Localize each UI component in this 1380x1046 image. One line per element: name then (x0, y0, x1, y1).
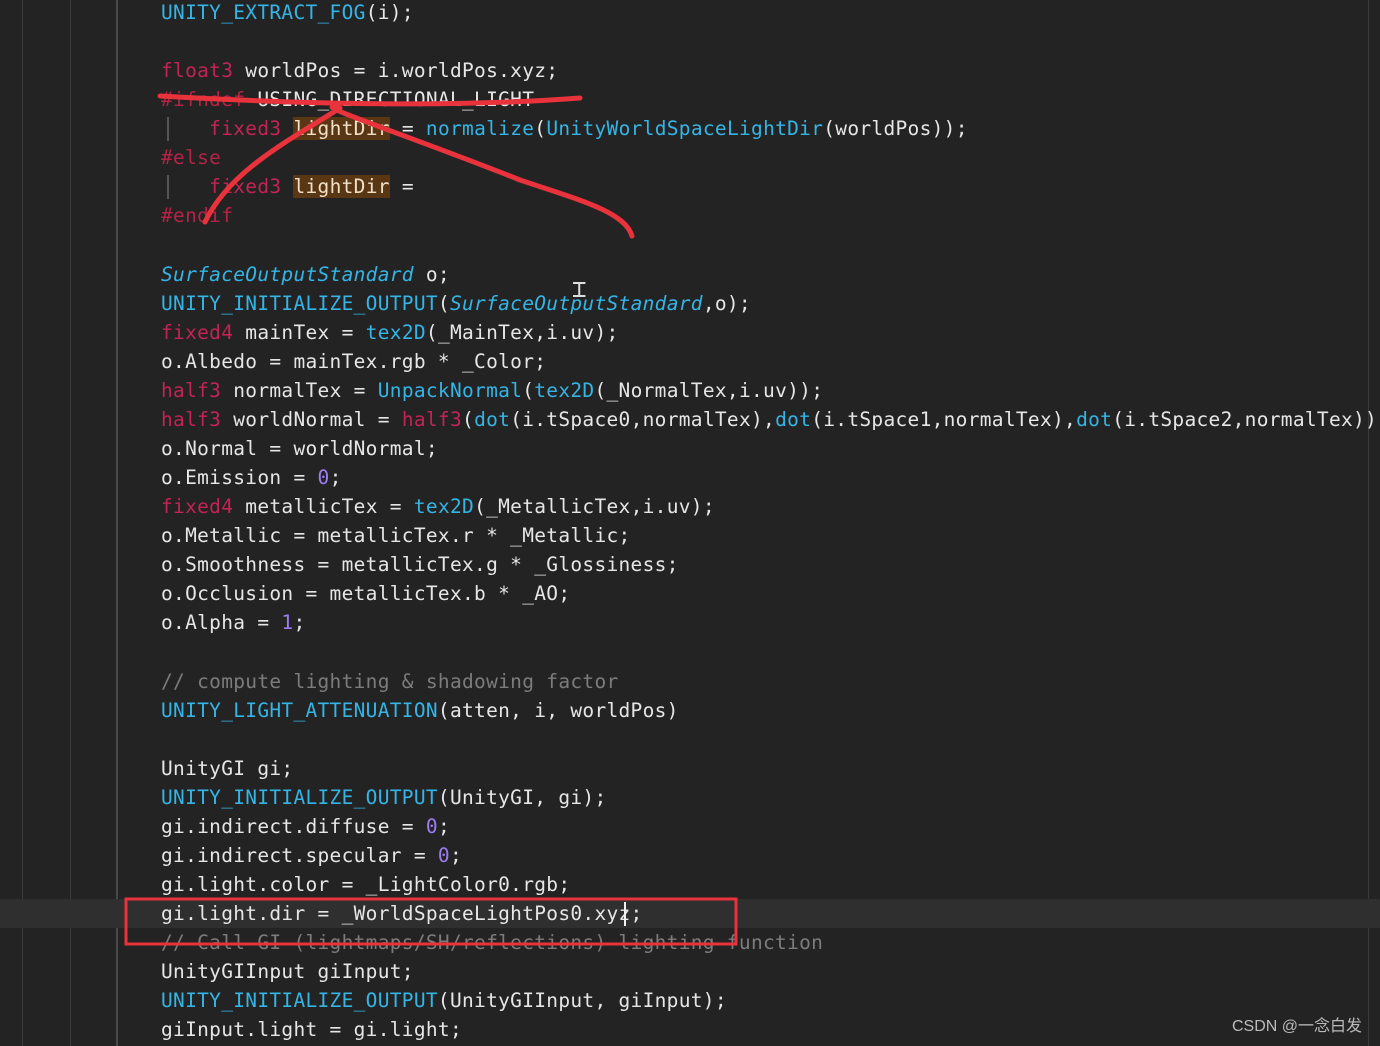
highlight-box (124, 897, 738, 946)
red-annotation-layer (124, 93, 738, 946)
strike-curve-stroke (202, 104, 635, 239)
strike-through-stroke (157, 93, 583, 107)
watermark: CSDN @一念白发 (1231, 1018, 1362, 1035)
